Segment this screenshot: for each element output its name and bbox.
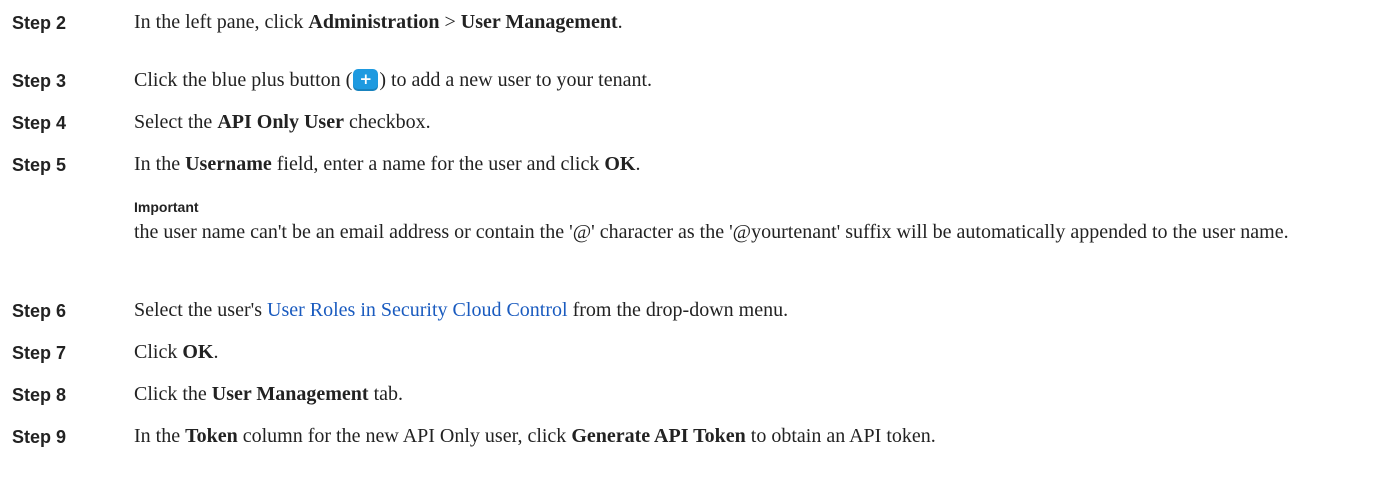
step-9-text: In the Token column for the new API Only…	[134, 425, 936, 447]
step-6-text: Select the user's User Roles in Security…	[134, 299, 789, 321]
username-term: Username	[185, 153, 272, 175]
ok-term: OK	[182, 341, 214, 363]
step-6-label: Step 6	[12, 301, 67, 321]
step-5-text: In the Username field, enter a name for …	[134, 153, 641, 175]
step-7-label: Step 7	[12, 343, 67, 363]
step-5-label: Step 5	[12, 155, 67, 175]
important-note-body: the user name can't be an email address …	[134, 221, 1289, 243]
user-roles-link[interactable]: User Roles in Security Cloud Control	[267, 299, 568, 321]
user-management-term: User Management	[211, 383, 369, 405]
step-8-label: Step 8	[12, 385, 67, 405]
step-4-label: Step 4	[12, 113, 67, 133]
step-8-text: Click the User Management tab.	[134, 383, 404, 405]
user-management-term: User Management	[460, 11, 618, 33]
api-only-user-term: API Only User	[217, 111, 344, 133]
step-3-text: Click the blue plus button (+) to add a …	[134, 69, 653, 91]
generate-api-token-term: Generate API Token	[571, 425, 746, 447]
step-4-text: Select the API Only User checkbox.	[134, 111, 431, 133]
token-term: Token	[185, 425, 238, 447]
administration-term: Administration	[308, 11, 440, 33]
important-note-title: Important	[134, 199, 199, 215]
step-2-label: Step 2	[12, 13, 67, 33]
step-2-text: In the left pane, click Administration >…	[134, 11, 623, 33]
ok-term: OK	[604, 153, 636, 175]
step-9-label: Step 9	[12, 427, 67, 447]
plus-icon: +	[353, 69, 379, 91]
step-7-text: Click OK.	[134, 341, 219, 363]
step-3-label: Step 3	[12, 71, 67, 91]
